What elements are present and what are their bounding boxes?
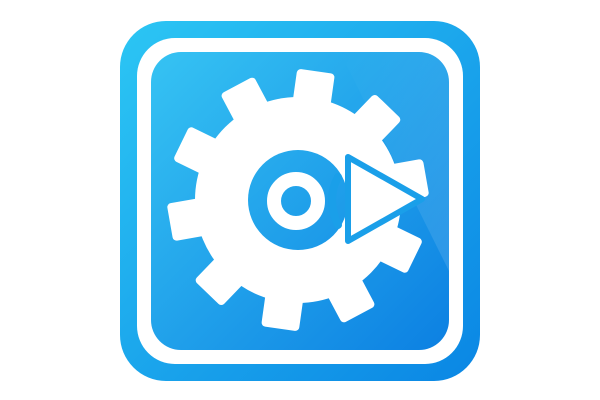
gear-tooth (291, 69, 335, 121)
canvas (0, 0, 600, 400)
gear-arrow-app-icon (120, 21, 480, 381)
app-icon-graphic (120, 21, 480, 381)
gear-tooth (261, 279, 305, 331)
